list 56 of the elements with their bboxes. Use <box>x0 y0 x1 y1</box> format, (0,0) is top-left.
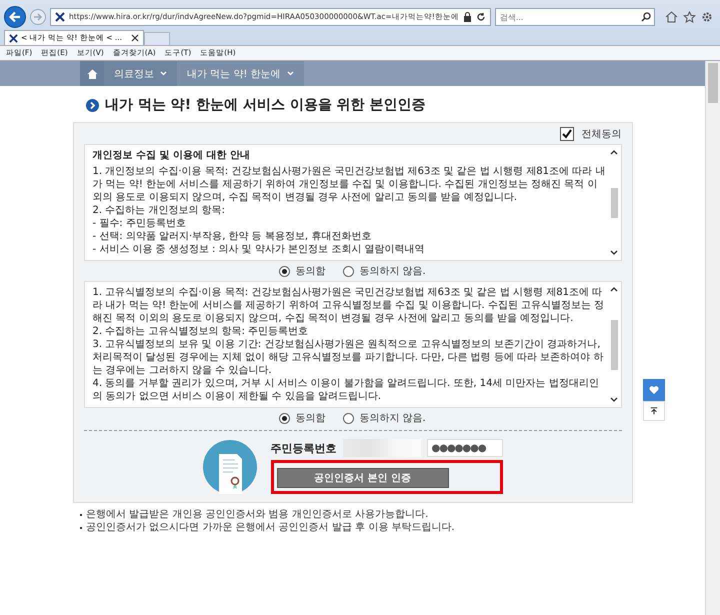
refresh-icon[interactable] <box>476 12 486 22</box>
arrow-left-icon <box>8 10 22 24</box>
nav-menu[interactable]: 의료정보 <box>104 61 177 86</box>
note-text: 은행에서 발급받은 개인용 공인인증서와 범용 개인인증서로 사용가능합니다. <box>86 508 428 521</box>
terms-text: - 서비스 이용 중 생성정보 : 의사 및 약사가 본인정보 조회시 열람이력내역 <box>92 243 426 256</box>
site-icon <box>9 34 18 42</box>
home-icon[interactable] <box>664 11 678 23</box>
chevron-icon <box>86 98 99 112</box>
page-title: 내가 먹는 약! 한눈에 서비스 이용을 위한 본인인증 <box>105 96 426 114</box>
field-label: 주민등록번호 <box>270 440 336 456</box>
like-button[interactable] <box>643 379 665 401</box>
radio-label: 동의하지 않음. <box>359 412 426 425</box>
radio-button[interactable] <box>279 266 290 276</box>
radio-label: 동의함 <box>295 265 326 278</box>
terms-heading: 개인정보 수집 및 이용에 대한 안내 <box>92 149 251 162</box>
star-icon[interactable] <box>682 11 696 23</box>
site-icon <box>55 12 65 22</box>
terms-text: 2. 수집하는 개인정보의 항목: <box>92 204 226 217</box>
terms-text: - 필수: 주민등록번호 <box>92 217 187 230</box>
chevron-up-icon[interactable] <box>610 149 618 155</box>
home-icon <box>86 68 98 78</box>
close-icon[interactable] <box>131 34 140 42</box>
home-button[interactable] <box>80 61 104 86</box>
terms-text: 1. 개인정보의 수집·이용 목적: 건강보험심사평가원은 국민건강보험법 제63조 및 같은 법 시행령 제81조에 따라 내가 먹는 약! 한눈에 서비스를 제공하기 위하여 개인정보를 수집 및 이용합니다. 수집된 개인정보는 정해진 목적 이외의 용도로 이용되지 않으며, 수집 목적이 변경될 경우 사전에 알리고 동의를 받을 예정입니다. <box>92 165 606 204</box>
chevron-down-icon[interactable] <box>610 397 618 403</box>
arrow-right-icon <box>33 12 43 22</box>
chevron-down-icon[interactable] <box>610 250 618 256</box>
terms-text: 4. 동의를 거부할 권리가 있으며, 거부 시 서비스 이용이 불가함을 알려드립니다. 또한, 14세 미만자는 법정대리인의 동의가 없으면 서비스 이용이 제한될 수 있음을 알려드립니다. <box>92 377 600 403</box>
terms-text: 3. 고유식별정보의 보유 및 이용 기간: 건강보험심사평가원은 원칙적으로 고유식별정보의 보존기간이 경과하거나, 처리목적이 달성된 경우에는 지체 없이 해당 고유식별정보를 파기합니다. 다만, 다른 법령 등에 따라 보존하여야 하는 경우에는 그러하지 않을 수 있습니다. <box>92 338 604 377</box>
certificate-icon <box>202 440 256 494</box>
search-field[interactable]: 검색... <box>494 8 655 26</box>
chevron-down-icon <box>286 71 294 76</box>
radio-button[interactable] <box>279 412 290 424</box>
terms-text: 2. 수집하는 고유식별정보의 항목: 주민등록번호 <box>92 325 310 338</box>
lock-icon <box>462 12 472 22</box>
back-button[interactable] <box>4 6 26 28</box>
checkbox-label: 전체동의 <box>582 128 622 141</box>
radio-button[interactable] <box>343 412 354 424</box>
arrow-up-bar-icon <box>650 406 658 416</box>
radio-label: 동의함 <box>295 412 326 425</box>
checkbox[interactable] <box>560 127 574 141</box>
certificate-auth-button[interactable]: 공인인증서 본인 인증 <box>276 468 448 488</box>
terms-text: - 선택: 의약품 알러지·부작용, 한약 등 복용정보, 휴대전화번호 <box>92 230 372 243</box>
terms-text: 1. 고유식별정보의 수집·이용 목적: 건강보험심사평가원은 국민건강보험법 제63조 및 같은 법 시행령 제81조에 따라 내가 먹는 약! 한눈에 서비스를 제공하기 위하여 고유식별정보를 수집 및 이용합니다. 수집된 고유식별정보는 정해진 목적 이외의 용도로 이용되지 않으며, 수집 목적이 변경될 경우 사전에 알리고 동의를 받을 예정입니다. <box>92 286 606 325</box>
chevron-down-icon <box>160 71 167 76</box>
page-scrollbar[interactable] <box>705 61 720 615</box>
note-text: 공인인증서가 없으시다면 가까운 은행에서 공인인증서 발급 후 이용 부탁드립니다. <box>86 521 455 534</box>
radio-label: 동의하지 않음. <box>359 265 426 278</box>
scrollbar[interactable] <box>610 286 618 403</box>
radio-button[interactable] <box>343 266 354 276</box>
settings-icon[interactable] <box>700 11 713 23</box>
heart-icon <box>649 385 659 395</box>
scrollbar[interactable] <box>610 149 618 256</box>
chevron-up-icon[interactable] <box>610 286 618 292</box>
password-field[interactable]: ●●●●●●● <box>426 439 502 457</box>
scroll-top-button[interactable] <box>643 401 665 421</box>
